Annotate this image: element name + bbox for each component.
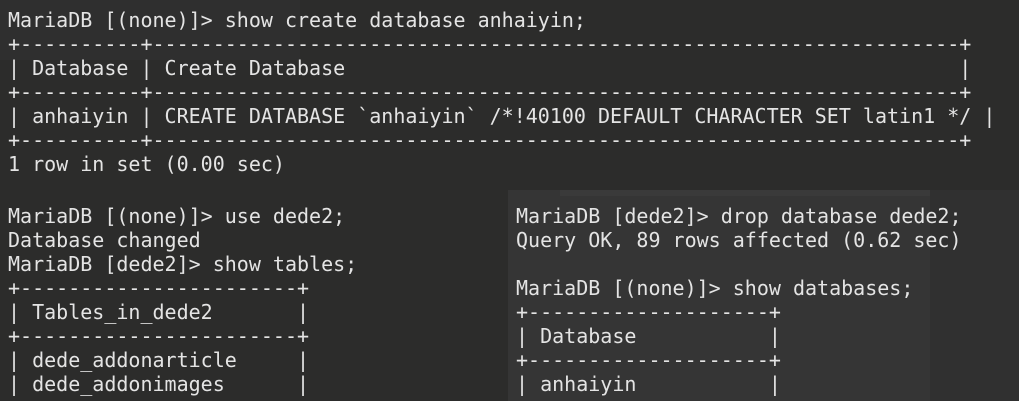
table-border: +----------+----------------------------… — [8, 32, 972, 56]
prompt-line: MariaDB [dede2]> drop database dede2; — [516, 204, 962, 228]
table-header-row: | Database | — [516, 324, 781, 348]
table-border: +----------+----------------------------… — [8, 128, 972, 152]
table-border: +-----------------------+ — [8, 324, 310, 348]
table-header-row: | Tables_in_dede2 | — [8, 300, 310, 324]
prompt-line: MariaDB [(none)]> use dede2; — [8, 204, 346, 228]
table-border: +--------------------+ — [516, 348, 781, 372]
table-border: +--------------------+ — [516, 300, 781, 324]
prompt-line: MariaDB [dede2]> show tables; — [8, 252, 358, 276]
terminal-window[interactable]: MariaDB [(none)]> show create database a… — [0, 0, 1019, 401]
table-border: +-----------------------+ — [8, 276, 310, 300]
table-row: | dede_addonarticle | — [8, 348, 310, 372]
status-message: Query OK, 89 rows affected (0.62 sec) — [516, 228, 962, 252]
table-header-row: | Database | Create Database | — [8, 56, 972, 80]
prompt-line: MariaDB [(none)]> show databases; — [516, 276, 914, 300]
table-row: | dede_addonimages | — [8, 372, 310, 396]
terminal-output-main: MariaDB [(none)]> show create database a… — [8, 8, 995, 176]
table-row: | anhaiyin | CREATE DATABASE `anhaiyin` … — [8, 104, 996, 128]
result-summary: 1 row in set (0.00 sec) — [8, 152, 285, 176]
prompt-line: MariaDB [(none)]> show create database a… — [8, 8, 586, 32]
table-row: | anhaiyin | — [516, 372, 781, 396]
table-border: +----------+----------------------------… — [8, 80, 972, 104]
status-message: Database changed — [8, 228, 201, 252]
terminal-output-right: MariaDB [dede2]> drop database dede2; Que… — [516, 204, 962, 396]
terminal-output-left: MariaDB [(none)]> use dede2; Database cha… — [8, 204, 357, 396]
